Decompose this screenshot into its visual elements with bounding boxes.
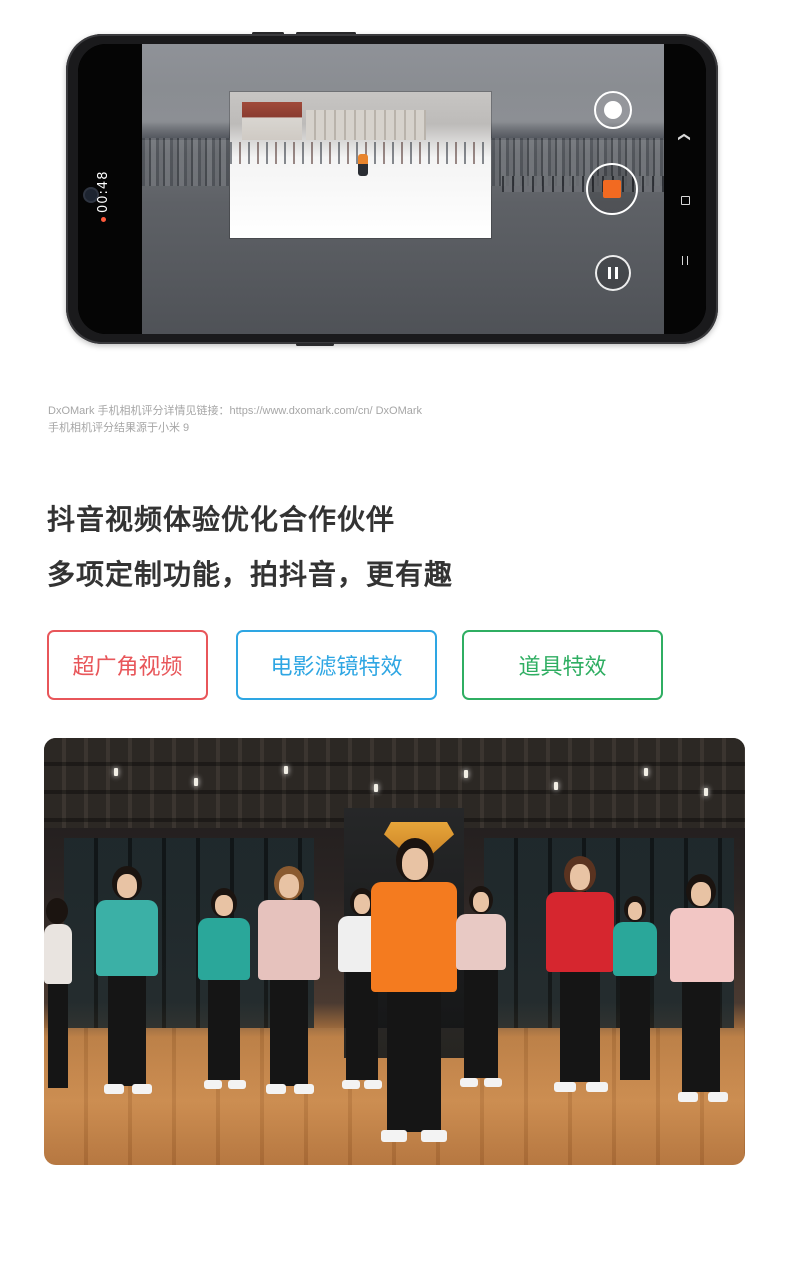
phone-screen: 00:48 ❮	[78, 44, 706, 334]
feature-tag-props-effects: 道具特效	[462, 630, 663, 700]
camera-viewfinder	[142, 44, 664, 334]
phone-side-button	[296, 343, 334, 346]
square-home-icon	[680, 196, 690, 205]
nav-home-button[interactable]	[676, 194, 694, 208]
ceiling-light	[194, 778, 198, 786]
dancer	[544, 856, 616, 1096]
snapshot-button[interactable]	[594, 91, 632, 129]
stop-record-button[interactable]	[586, 163, 638, 215]
headline-subtitle: 多项定制功能，拍抖音，更有趣	[47, 558, 454, 591]
recording-time: 00:48	[96, 170, 111, 213]
chevron-down-icon: ❮	[678, 131, 692, 143]
dancer	[610, 896, 660, 1091]
ceiling-light	[704, 788, 708, 796]
pause-icon	[608, 267, 618, 279]
ceiling-light	[114, 768, 118, 776]
nav-menu-button[interactable]	[676, 254, 694, 268]
ceiling-light	[644, 768, 648, 776]
ceiling-light	[464, 770, 468, 778]
dancer	[194, 888, 254, 1093]
inset-skier	[358, 154, 368, 176]
dancer	[44, 898, 74, 1098]
shutter-icon	[604, 101, 622, 119]
dancer	[369, 838, 459, 1148]
inset-building	[242, 102, 302, 140]
navigation-bar: ❮	[664, 44, 706, 334]
headline-title: 抖音视频体验优化合作伙伴	[47, 503, 396, 536]
ceiling-light	[284, 766, 288, 774]
phone-body: 00:48 ❮	[66, 34, 718, 344]
menu-bars-icon	[682, 256, 688, 265]
dancer	[666, 874, 738, 1104]
dancer	[92, 866, 162, 1096]
feature-tag-ultrawide-video: 超广角视频	[47, 630, 208, 700]
screen-left-bar: 00:48	[78, 44, 142, 334]
dancer	[452, 886, 510, 1091]
recording-dot-icon	[101, 217, 106, 222]
inset-building	[306, 110, 426, 140]
feature-tag-movie-filter: 电影滤镜特效	[236, 630, 437, 700]
dance-studio-photo	[44, 738, 745, 1165]
ceiling-light	[554, 782, 558, 790]
nav-back-button[interactable]: ❮	[678, 128, 692, 146]
caption-line-1: DxOMark 手机相机评分详情见链接：https://www.dxomark.…	[48, 405, 423, 417]
viewfinder-fence	[502, 176, 664, 192]
recording-timer: 00:48	[96, 171, 111, 222]
dxomark-caption: DxOMark 手机相机评分详情见链接：https://www.dxomark.…	[48, 403, 748, 437]
ceiling-light	[374, 784, 378, 792]
ultrawide-preview-inset	[230, 92, 491, 238]
dancer	[254, 866, 324, 1096]
stop-record-icon	[603, 180, 621, 198]
caption-line-2: 手机相机评分结果源于小米 9	[48, 422, 190, 434]
phone-mockup: 00:48 ❮	[66, 32, 722, 346]
pause-button[interactable]	[595, 255, 631, 291]
